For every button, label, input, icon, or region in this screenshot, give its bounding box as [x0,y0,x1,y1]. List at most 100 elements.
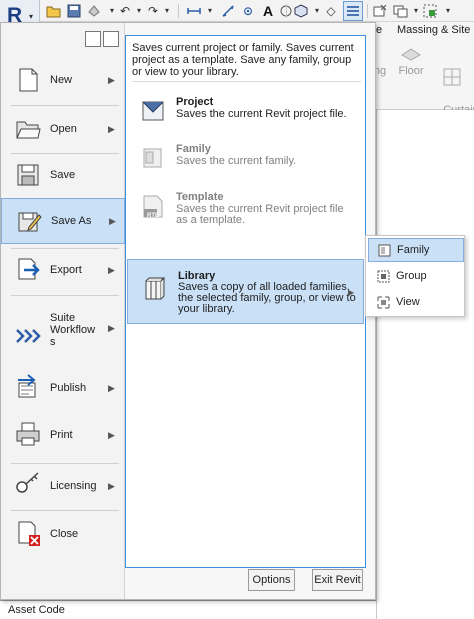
sync-icon[interactable] [86,3,102,19]
chevron-right-icon: ▶ [108,124,115,134]
menu-item-export[interactable]: Export ▶ [1,247,125,293]
menu-item-label: Close [50,528,79,540]
close-windows-icon[interactable] [372,3,388,19]
menu-item-licensing[interactable]: Licensing ▶ [1,461,125,507]
menu-item-label: Save [50,169,76,181]
menu-item-label: Publish [50,382,87,394]
option-description: Saves a copy of all loaded families, the… [178,281,356,315]
application-menu: New ▶ Open ▶ Save Save As ▶ Export ▶ Sui… [0,22,376,600]
quick-access-toolbar: ▾ ↶ ▾ ↷ ▾ ▾ ⊙ A ▾ ◇ ▾ ▾ ▾ [0,0,474,22]
menu-item-label: Print [50,429,73,441]
new-icon [19,68,38,92]
asset-code-label: Asset Code [8,604,65,616]
save-as-icon [18,212,42,232]
submenu-item-label: Family [397,244,430,256]
menu-item-label: Open [50,123,77,135]
switch-windows-icon[interactable] [422,3,438,19]
exit-revit-button[interactable]: Exit Revit [312,569,363,591]
separator [367,4,368,18]
publish-icon [18,374,36,398]
floor-icon [401,48,421,61]
measure-icon[interactable] [186,3,202,19]
library-submenu: Family Group View [365,235,465,317]
save-icon[interactable] [66,3,82,19]
properties-palette: Asset Code [0,600,376,619]
menu-item-open[interactable]: Open ▶ [1,106,125,152]
family-icon [143,148,162,168]
divider [11,295,119,296]
save-as-template-option[interactable]: RTE Template Saves the current Revit pro… [126,188,365,244]
menu-item-close[interactable]: Close [1,511,125,557]
open-icon[interactable] [46,3,62,19]
chevron-right-icon: ▶ [348,288,355,297]
submenu-item-view[interactable]: View [368,291,464,315]
chevron-down-icon: ▾ [29,12,34,21]
option-description: Saves the current family. [176,155,297,167]
close-document-icon [18,521,40,546]
submenu-item-group[interactable]: Group [368,265,464,289]
dropdown-icon[interactable]: ▾ [202,3,218,19]
open-folder-icon [16,121,41,139]
chevron-right-icon: ▶ [108,75,115,85]
submenu-item-family[interactable]: Family [368,238,464,262]
ribbon-tab-massing-site[interactable]: Massing & Site [397,24,470,36]
project-icon [142,101,164,121]
option-title: Project [176,96,214,108]
library-icon [145,276,165,300]
panel-description: Saves current project or family. Saves c… [132,42,354,78]
submenu-item-label: View [396,296,420,308]
recent-documents-icon[interactable] [85,31,101,47]
drawing-canvas[interactable] [376,110,474,619]
dropdown-icon[interactable]: ▾ [440,3,456,19]
suite-workflows-icon [16,329,41,343]
save-as-family-option[interactable]: Family Saves the current family. [126,140,365,188]
chevron-right-icon: ▶ [108,481,115,491]
ribbon-button-label: Floor [398,65,424,77]
ribbon-panel-build: ng Floor Curtain System [374,40,474,129]
menu-commands: New ▶ Open ▶ Save Save As ▶ Export ▶ Sui… [1,23,125,599]
menu-item-suite-workflows[interactable]: Suite Workflow s ▶ [1,306,125,364]
export-icon [18,258,40,280]
separator [178,4,179,18]
save-as-library-option[interactable]: Library Saves a copy of all loaded famil… [127,259,364,324]
save-as-project-option[interactable]: Project Saves the current Revit project … [126,93,365,141]
open-documents-icon[interactable] [103,31,119,47]
tag-icon[interactable]: ⊙ [240,3,256,19]
option-description: Saves the current Revit project file as … [176,203,344,226]
menu-item-publish[interactable]: Publish ▶ [1,365,125,411]
licensing-key-icon [16,472,39,493]
menu-item-label: Suite Workflow s [50,312,96,348]
chevron-right-icon: ▶ [109,216,116,226]
options-button[interactable]: Options [248,569,295,591]
recent-documents-toggle [83,31,123,49]
save-disk-icon [17,164,39,186]
3d-view-icon[interactable] [293,3,309,19]
view-icon [377,296,390,309]
ribbon-tab-partial[interactable]: e [376,24,382,36]
text-icon[interactable]: A [260,3,276,19]
chevron-right-icon: ▶ [108,323,115,333]
menu-item-new[interactable]: New ▶ [1,58,125,104]
save-as-panel: Saves current project or family. Saves c… [125,35,366,568]
submenu-item-label: Group [396,270,427,282]
curtain-system-icon [443,68,461,86]
menu-item-save[interactable]: Save [1,153,125,199]
switch-windows-icon[interactable] [392,3,408,19]
menu-item-label: Save As [51,215,92,227]
option-description: Saves the current Revit project file. [176,108,347,120]
thin-lines-icon[interactable] [343,1,363,21]
ribbon-button-floor[interactable]: Floor [394,40,428,78]
menu-item-label: Licensing [50,480,97,492]
chevron-right-icon: ▶ [108,265,115,275]
menu-item-print[interactable]: Print ▶ [1,412,125,458]
menu-item-label: Export [50,264,82,276]
chevron-right-icon: ▶ [108,430,115,440]
chevron-right-icon: ▶ [108,383,115,393]
family-icon [378,244,391,257]
menu-item-save-as[interactable]: Save As ▶ [1,198,125,244]
separator [286,4,287,18]
option-title: Family [176,143,211,155]
dimension-icon[interactable] [220,3,236,19]
group-icon [377,270,390,283]
dropdown-icon[interactable]: ▾ [159,3,175,19]
